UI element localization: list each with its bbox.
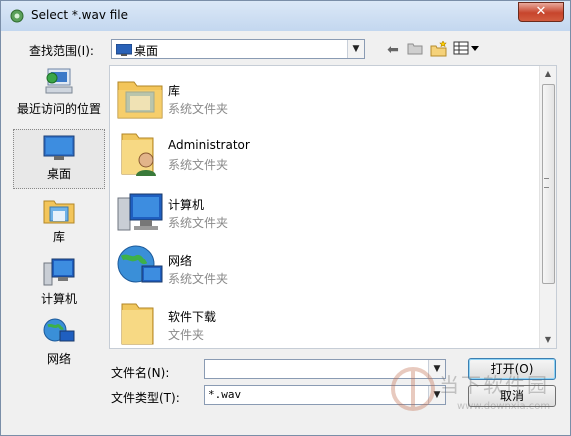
title-bar[interactable]: Select *.wav file ✕ <box>1 1 570 31</box>
file-name: 软件下载 <box>168 310 217 324</box>
place-network[interactable]: 网络 <box>13 317 105 366</box>
file-type: 系统文件夹 <box>168 216 229 230</box>
libraries-icon <box>117 81 163 119</box>
lookin-label: 查找范围(I): <box>29 44 94 58</box>
window-title: Select *.wav file <box>31 8 129 22</box>
watermark: 当下软件园 www.downxia.com <box>387 361 567 421</box>
folder-icon <box>121 303 154 345</box>
list-item[interactable]: 计算机 系统文件夹 <box>114 186 534 236</box>
place-desktop[interactable]: 桌面 <box>13 129 105 189</box>
scroll-down-icon[interactable]: ▼ <box>540 332 556 348</box>
places-bar: 最近访问的位置 桌面 库 计算机 网络 <box>13 65 105 366</box>
file-name: 网络 <box>168 254 193 268</box>
file-name: 计算机 <box>168 198 205 212</box>
file-type: 文件夹 <box>168 328 205 342</box>
file-type: 系统文件夹 <box>168 158 229 172</box>
file-name: Administrator <box>168 138 250 152</box>
watermark-text: 当下软件园 <box>439 373 549 397</box>
list-item[interactable]: Administrator 系统文件夹 <box>114 128 534 178</box>
new-folder-icon[interactable] <box>429 40 449 59</box>
file-type: 系统文件夹 <box>168 272 229 286</box>
filetype-value: *.wav <box>208 388 242 401</box>
network-icon <box>43 318 75 342</box>
list-item[interactable]: 网络 系统文件夹 <box>114 242 534 292</box>
desktop-icon <box>116 44 132 56</box>
computer-icon <box>43 258 75 286</box>
scroll-up-icon[interactable]: ▲ <box>540 66 556 82</box>
app-icon <box>10 9 24 23</box>
desktop-icon <box>43 135 75 160</box>
back-arrow-icon[interactable]: ⬅ <box>383 41 403 59</box>
lookin-value: 桌面 <box>134 44 159 58</box>
view-menu-icon[interactable] <box>453 41 481 59</box>
place-label: 桌面 <box>46 167 71 181</box>
place-computer[interactable]: 计算机 <box>13 257 105 313</box>
file-name: 库 <box>168 84 181 98</box>
place-label: 库 <box>52 230 65 244</box>
scroll-grip-icon <box>544 178 549 188</box>
network-icon <box>117 245 163 283</box>
user-folder-icon <box>121 133 156 176</box>
close-icon: ✕ <box>535 4 547 19</box>
list-item[interactable]: 软件下载 文件夹 <box>114 298 534 348</box>
filetype-label: 文件类型(T): <box>111 391 180 405</box>
computer-icon <box>117 193 163 231</box>
file-type: 系统文件夹 <box>168 102 229 116</box>
place-recent[interactable]: 最近访问的位置 <box>13 67 105 127</box>
recent-places-icon <box>45 68 73 94</box>
up-folder-icon[interactable] <box>405 41 425 59</box>
list-item[interactable]: 库 系统文件夹 <box>114 72 534 122</box>
libraries-icon <box>43 200 75 224</box>
watermark-logo-icon <box>391 367 435 411</box>
chevron-down-icon[interactable]: ▼ <box>347 40 364 58</box>
file-dialog-window: Select *.wav file ✕ 查找范围(I): 桌面 ▼ ⬅ 最近访问… <box>0 0 571 436</box>
place-label: 计算机 <box>40 292 77 306</box>
filename-label: 文件名(N): <box>111 366 170 380</box>
place-label: 最近访问的位置 <box>16 102 101 116</box>
close-button[interactable]: ✕ <box>518 2 564 22</box>
place-label: 网络 <box>46 352 71 366</box>
place-libraries[interactable]: 库 <box>13 195 105 251</box>
vertical-scrollbar[interactable]: ▲ ▼ <box>539 66 556 348</box>
file-list[interactable]: 库 系统文件夹 Administrator 系统文件夹 计算机 系统文件夹 网络… <box>109 65 557 349</box>
watermark-url: www.downxia.com <box>457 401 551 412</box>
lookin-dropdown[interactable]: 桌面 ▼ <box>111 39 365 59</box>
